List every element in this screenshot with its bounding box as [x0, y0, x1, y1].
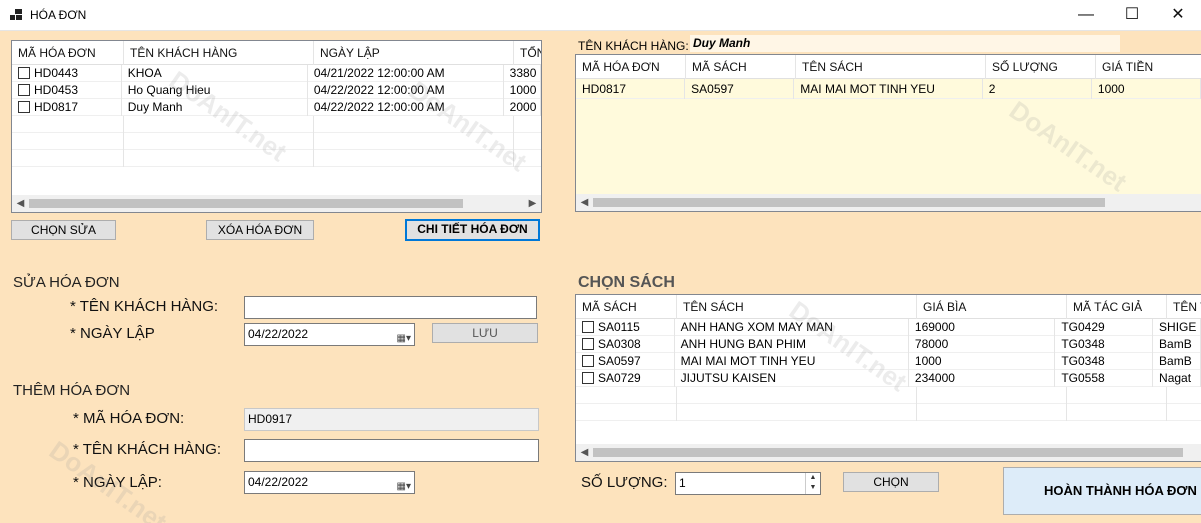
row-checkbox[interactable] [18, 101, 30, 113]
column-header[interactable]: TÊN SÁCH [677, 295, 917, 319]
maximize-button[interactable]: ☐ [1109, 0, 1155, 30]
column-header[interactable]: TÊN SÁCH [796, 55, 986, 79]
edit-customer-input[interactable] [244, 296, 537, 319]
row-checkbox[interactable] [18, 67, 30, 79]
app-icon [10, 9, 22, 21]
scrollbar-thumb[interactable] [593, 448, 1183, 457]
add-invoice-section-title: THÊM HÓA ĐƠN [13, 382, 131, 399]
invoice-grid-header: MÃ HÓA ĐƠN TÊN KHÁCH HÀNG NGÀY LẬP TỔNG [12, 41, 541, 65]
table-row[interactable]: HD0817 Duy Manh 04/22/2022 12:00:00 AM 2… [12, 99, 541, 116]
delete-invoice-button[interactable]: XÓA HÓA ĐƠN [206, 220, 314, 240]
scroll-right-icon[interactable]: ▶ [524, 195, 541, 212]
edit-date-picker[interactable]: 04/22/2022 ▦▾ [244, 323, 415, 346]
column-header[interactable]: MÃ HÓA ĐƠN [576, 55, 686, 79]
detail-customer-label: TÊN KHÁCH HÀNG: [578, 39, 689, 53]
column-header[interactable]: GIÁ TIỀN [1096, 55, 1201, 79]
book-grid-body: SA0115 ANH HANG XOM MAY MAN 169000 TG042… [576, 319, 1201, 421]
title-bar: HÓA ĐƠN — ☐ ✕ [0, 0, 1201, 31]
choose-books-title: CHỌN SÁCH [578, 274, 675, 291]
row-checkbox[interactable] [582, 355, 594, 367]
add-code-input[interactable]: HD0917 [244, 408, 539, 431]
invoice-details-button[interactable]: CHI TIẾT HÓA ĐƠN [405, 219, 540, 241]
edit-date-value: 04/22/2022 [248, 327, 309, 341]
calendar-dropdown-icon[interactable]: ▦▾ [397, 328, 411, 349]
invoice-detail-grid[interactable]: MÃ HÓA ĐƠN MÃ SÁCH TÊN SÁCH SỐ LƯỢNG GIÁ… [575, 54, 1201, 212]
scroll-left-icon[interactable]: ◀ [576, 194, 593, 211]
empty-row [576, 387, 1201, 404]
save-button[interactable]: LƯU [432, 323, 538, 343]
column-header[interactable]: MÃ TÁC GIẢ [1067, 295, 1167, 319]
scrollbar-thumb[interactable] [593, 198, 1105, 207]
table-row[interactable]: SA0597 MAI MAI MOT TINH YEU 1000 TG0348 … [576, 353, 1201, 370]
window-title: HÓA ĐƠN [30, 8, 87, 22]
close-button[interactable]: ✕ [1155, 0, 1201, 30]
detail-grid-body: HD0817 SA0597 MAI MAI MOT TINH YEU 2 100… [576, 79, 1201, 194]
horizontal-scrollbar[interactable]: ◀ ▶ [12, 195, 541, 212]
table-row[interactable]: SA0308 ANH HUNG BAN PHIM 78000 TG0348 Ba… [576, 336, 1201, 353]
quantity-value: 1 [679, 476, 686, 490]
column-header[interactable]: MÃ HÓA ĐƠN [12, 41, 124, 65]
column-header[interactable]: MÃ SÁCH [686, 55, 796, 79]
column-header[interactable]: GIÁ BÌA [917, 295, 1067, 319]
quantity-stepper[interactable]: 1 ▲ ▼ [675, 472, 821, 495]
table-row[interactable]: HD0453 Ho Quang Hieu 04/22/2022 12:00:00… [12, 82, 541, 99]
horizontal-scrollbar[interactable]: ◀ [576, 194, 1201, 211]
column-header[interactable]: TÊN T [1167, 295, 1201, 319]
column-header[interactable]: SỐ LƯỢNG [986, 55, 1096, 79]
empty-row [576, 404, 1201, 421]
edit-customer-label: * TÊN KHÁCH HÀNG: [70, 298, 219, 315]
empty-row [12, 116, 541, 133]
add-code-label: * MÃ HÓA ĐƠN: [73, 410, 185, 427]
row-checkbox[interactable] [582, 321, 594, 333]
detail-grid-header: MÃ HÓA ĐƠN MÃ SÁCH TÊN SÁCH SỐ LƯỢNG GIÁ… [576, 55, 1201, 79]
empty-row [12, 133, 541, 150]
form-client-area: MÃ HÓA ĐƠN TÊN KHÁCH HÀNG NGÀY LẬP TỔNG … [0, 31, 1201, 523]
row-checkbox[interactable] [18, 84, 30, 96]
add-customer-input[interactable] [244, 439, 539, 462]
edit-invoice-section-title: SỬA HÓA ĐƠN [13, 274, 120, 291]
column-header[interactable]: MÃ SÁCH [576, 295, 677, 319]
quantity-label: SỐ LƯỢNG: [581, 474, 668, 491]
complete-invoice-button[interactable]: HOÀN THÀNH HÓA ĐƠN [1003, 467, 1201, 515]
scrollbar-thumb[interactable] [29, 199, 463, 208]
column-header[interactable]: TÊN KHÁCH HÀNG [124, 41, 314, 65]
scroll-left-icon[interactable]: ◀ [576, 444, 593, 461]
column-header[interactable]: NGÀY LẬP [314, 41, 514, 65]
book-grid-header: MÃ SÁCH TÊN SÁCH GIÁ BÌA MÃ TÁC GIẢ TÊN … [576, 295, 1201, 319]
detail-customer-value: Duy Manh [690, 35, 1120, 52]
calendar-dropdown-icon[interactable]: ▦▾ [397, 476, 411, 497]
add-date-label: * NGÀY LẬP: [73, 474, 162, 491]
add-customer-label: * TÊN KHÁCH HÀNG: [73, 441, 222, 458]
row-checkbox[interactable] [582, 372, 594, 384]
empty-row [12, 150, 541, 167]
spin-arrows-icon[interactable]: ▲ ▼ [805, 473, 820, 494]
horizontal-scrollbar[interactable]: ◀ [576, 444, 1201, 461]
edit-invoice-button[interactable]: CHỌN SỬA [11, 220, 116, 240]
invoice-grid-body: HD0443 KHOA 04/21/2022 12:00:00 AM 3380 … [12, 65, 541, 167]
table-row[interactable]: SA0115 ANH HANG XOM MAY MAN 169000 TG042… [576, 319, 1201, 336]
scroll-left-icon[interactable]: ◀ [12, 195, 29, 212]
choose-book-button[interactable]: CHỌN [843, 472, 939, 492]
table-row[interactable]: HD0817 SA0597 MAI MAI MOT TINH YEU 2 100… [576, 79, 1201, 99]
column-header[interactable]: TỔNG [514, 41, 541, 65]
table-row[interactable]: SA0729 JIJUTSU KAISEN 234000 TG0558 Naga… [576, 370, 1201, 387]
book-grid[interactable]: MÃ SÁCH TÊN SÁCH GIÁ BÌA MÃ TÁC GIẢ TÊN … [575, 294, 1201, 462]
table-row[interactable]: HD0443 KHOA 04/21/2022 12:00:00 AM 3380 [12, 65, 541, 82]
row-checkbox[interactable] [582, 338, 594, 350]
edit-date-label: * NGÀY LẬP [70, 325, 155, 342]
add-date-picker[interactable]: 04/22/2022 ▦▾ [244, 471, 415, 494]
invoice-grid[interactable]: MÃ HÓA ĐƠN TÊN KHÁCH HÀNG NGÀY LẬP TỔNG … [11, 40, 542, 213]
add-date-value: 04/22/2022 [248, 475, 309, 489]
minimize-button[interactable]: — [1063, 0, 1109, 30]
